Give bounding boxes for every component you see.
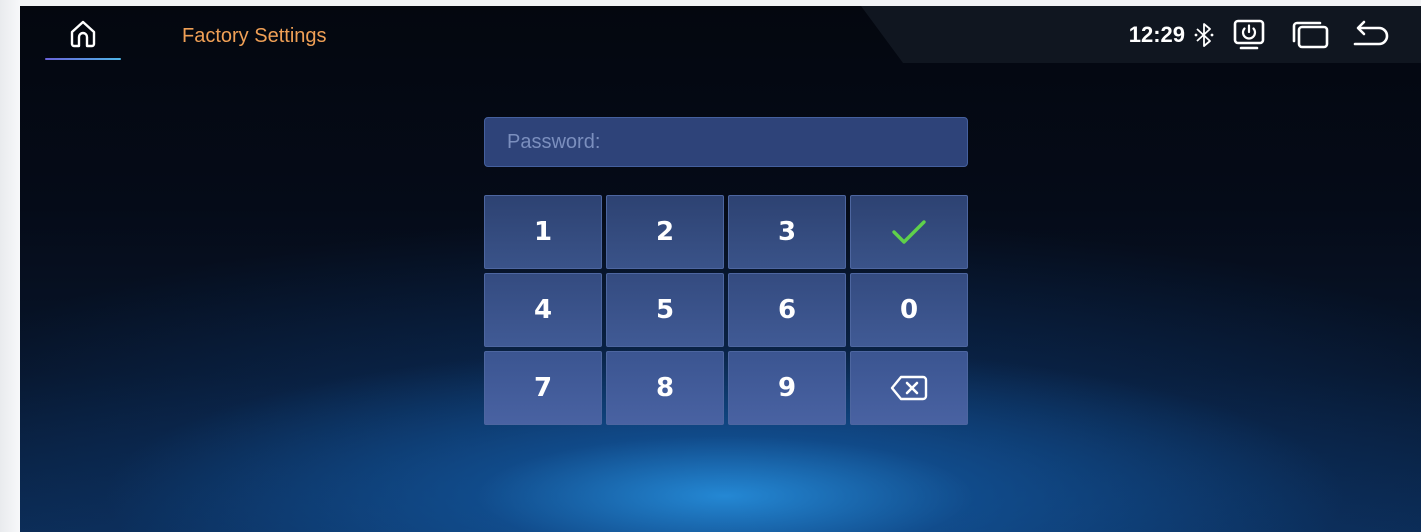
key-8[interactable]: 8 bbox=[606, 351, 724, 425]
status-area: 12:29 bbox=[1129, 6, 1421, 63]
confirm-button[interactable] bbox=[850, 195, 968, 269]
backspace-icon bbox=[890, 375, 928, 401]
bluetooth-icon bbox=[1191, 20, 1217, 50]
keypad: 1 2 3 4 5 6 0 7 8 9 bbox=[484, 195, 968, 425]
home-icon bbox=[67, 17, 99, 49]
home-button[interactable] bbox=[45, 6, 121, 60]
left-strip bbox=[0, 0, 20, 532]
key-1[interactable]: 1 bbox=[484, 195, 602, 269]
page-title: Factory Settings bbox=[182, 25, 327, 47]
key-7[interactable]: 7 bbox=[484, 351, 602, 425]
key-0[interactable]: 0 bbox=[850, 273, 968, 347]
head-unit-screen: Factory Settings 12:29 Password: 1 2 3 4… bbox=[20, 6, 1421, 532]
key-6[interactable]: 6 bbox=[728, 273, 846, 347]
window-icon[interactable] bbox=[1287, 15, 1333, 55]
back-icon[interactable] bbox=[1345, 15, 1397, 55]
key-4[interactable]: 4 bbox=[484, 273, 602, 347]
key-5[interactable]: 5 bbox=[606, 273, 724, 347]
key-3[interactable]: 3 bbox=[728, 195, 846, 269]
clock: 12:29 bbox=[1128, 21, 1185, 47]
key-9[interactable]: 9 bbox=[728, 351, 846, 425]
screen-power-icon[interactable] bbox=[1229, 15, 1269, 55]
key-2[interactable]: 2 bbox=[606, 195, 724, 269]
password-field[interactable]: Password: bbox=[484, 117, 968, 167]
backspace-button[interactable] bbox=[850, 351, 968, 425]
check-icon bbox=[891, 218, 927, 246]
home-active-indicator bbox=[45, 58, 121, 60]
